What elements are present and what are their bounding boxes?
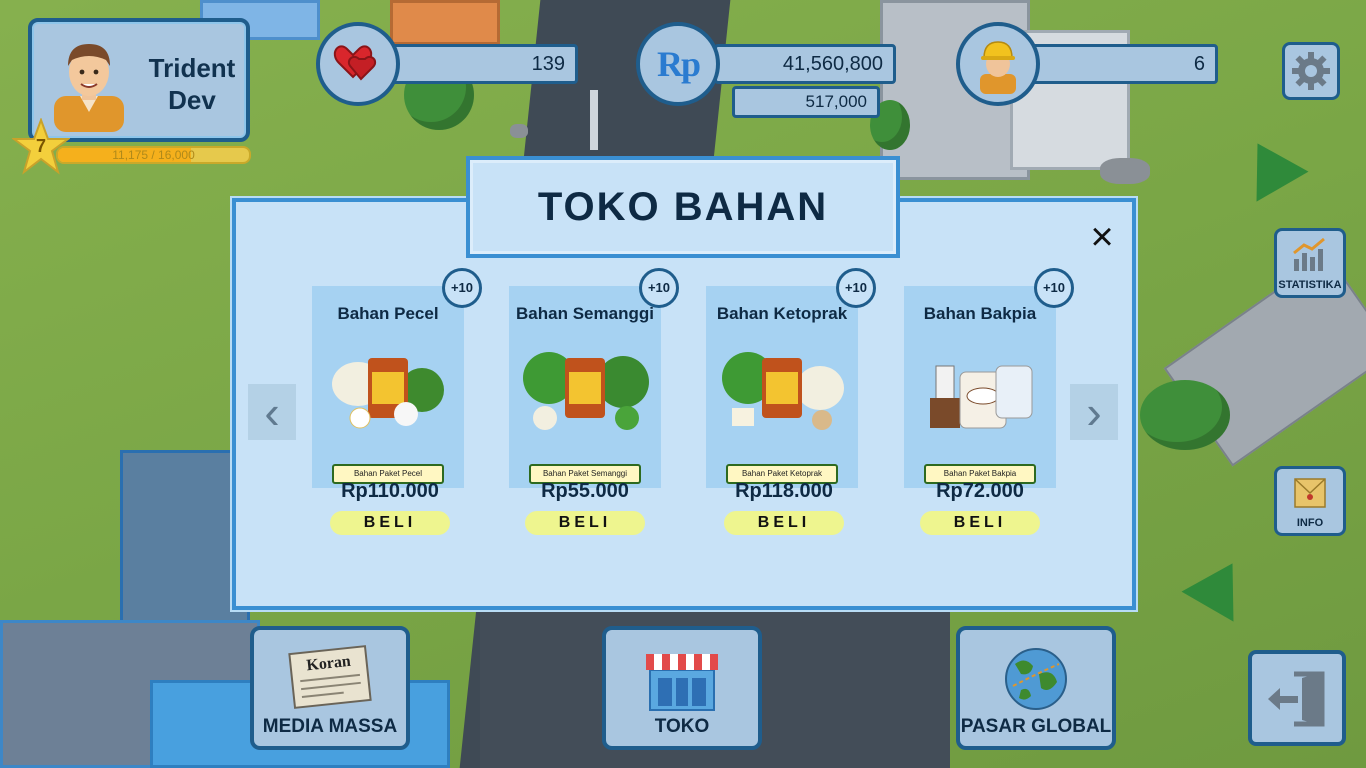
rupiah-icon: Rp <box>656 44 701 84</box>
worker-icon <box>980 41 1016 94</box>
bakpia-ingredients-icon <box>930 365 1033 429</box>
item-name: Bahan Ketoprak <box>716 304 848 323</box>
ketoprak-ingredients-icon <box>722 352 844 430</box>
item-card-bakpia[interactable]: Bahan Bakpia Bahan Paket Bakpia +10 <box>904 268 1074 488</box>
rock <box>510 124 528 138</box>
toko-button[interactable]: TOKO <box>602 626 762 750</box>
item-name: Bahan Pecel <box>337 304 439 323</box>
money-secondary-value: 517,000 <box>732 86 880 118</box>
item-card-pecel[interactable]: Bahan Pecel Bahan Paket Pecel +10 <box>312 268 482 488</box>
item-card-semanggi[interactable]: Bahan Semanggi Bahan Paket Semanggi +10 <box>509 268 679 488</box>
hearts-value: 139 <box>386 44 578 84</box>
quantity-badge: +10 <box>442 268 482 308</box>
item-price: Rp110.000 <box>341 480 439 502</box>
building <box>390 0 500 45</box>
quantity-badge: +10 <box>639 268 679 308</box>
player-level: 7 <box>35 136 46 156</box>
pecel-ingredients-icon <box>332 358 444 429</box>
exit-button[interactable] <box>1248 650 1346 746</box>
heart-icon <box>333 45 377 81</box>
globe-icon <box>1005 648 1067 710</box>
buy-button[interactable]: BELI <box>724 511 844 535</box>
pasar-global-label: PASAR GLOBAL <box>960 716 1112 737</box>
item-name: Bahan Bakpia <box>923 304 1037 323</box>
money-badge: Rp <box>636 22 720 106</box>
info-label: INFO <box>1296 517 1324 529</box>
rock <box>1100 158 1150 184</box>
chart-icon <box>1293 237 1325 271</box>
exit-icon <box>1268 671 1325 727</box>
player-avatar-icon <box>54 44 124 132</box>
workers-value: 6 <box>1028 44 1218 84</box>
quantity-badge: +10 <box>1034 268 1074 308</box>
buy-button[interactable]: BELI <box>920 511 1040 535</box>
money-value: 41,560,800 <box>714 44 896 84</box>
shop-icon <box>646 654 718 711</box>
statistika-button[interactable]: STATISTIKA <box>1274 228 1346 298</box>
media-massa-label: MEDIA MASSA <box>262 716 398 737</box>
xp-text: 11,175 / 16,000 <box>112 148 195 162</box>
player-name-line2: Dev <box>168 85 216 115</box>
statistika-label: STATISTIKA <box>1278 279 1342 291</box>
player-name: Trident Dev <box>132 52 252 116</box>
media-massa-button[interactable]: Koran MEDIA MASSA <box>250 626 410 750</box>
item-name: Bahan Semanggi <box>516 304 654 323</box>
chevron-left-icon: ‹ <box>264 386 280 438</box>
modal-title: TOKO BAHAN <box>466 156 900 258</box>
player-name-line1: Trident <box>148 53 236 83</box>
prev-page-button[interactable]: ‹ <box>248 384 296 440</box>
road-marking <box>590 90 598 150</box>
hearts-badge <box>316 22 400 106</box>
toko-label: TOKO <box>654 716 710 737</box>
item-price: Rp72.000 <box>936 480 1024 502</box>
settings-button[interactable] <box>1282 42 1340 100</box>
pasar-global-button[interactable]: PASAR GLOBAL <box>956 626 1116 750</box>
newspaper-icon: Koran <box>288 645 372 709</box>
item-card-ketoprak[interactable]: Bahan Ketoprak Bahan Paket Ketoprak +10 <box>706 268 876 488</box>
chevron-right-icon: › <box>1086 386 1102 438</box>
close-icon[interactable]: × <box>1084 217 1120 257</box>
envelope-icon <box>1294 478 1326 508</box>
quantity-badge: +10 <box>836 268 876 308</box>
workers-badge <box>956 22 1040 106</box>
gear-icon <box>1292 52 1330 90</box>
buy-button[interactable]: BELI <box>525 511 645 535</box>
info-button[interactable]: INFO <box>1274 466 1346 536</box>
buy-button[interactable]: BELI <box>330 511 450 535</box>
item-price: Rp55.000 <box>541 480 629 502</box>
item-price: Rp118.000 <box>735 480 833 502</box>
semanggi-ingredients-icon <box>523 352 649 430</box>
next-page-button[interactable]: › <box>1070 384 1118 440</box>
tree <box>1140 380 1230 450</box>
